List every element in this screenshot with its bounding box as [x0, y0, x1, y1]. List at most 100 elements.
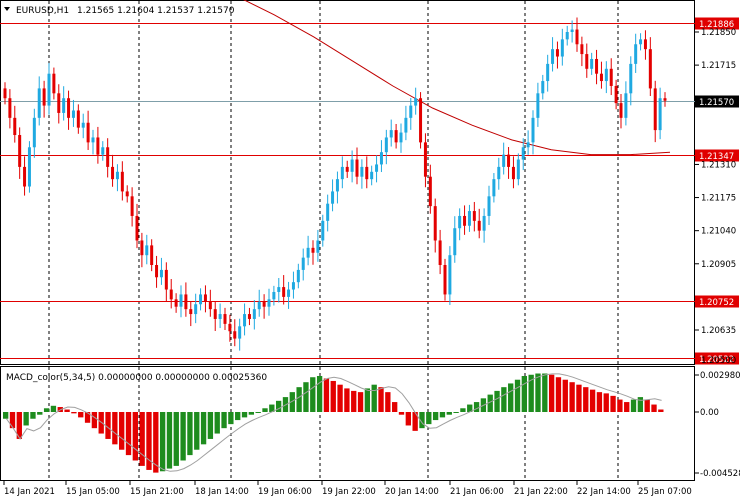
candle-bear [643, 39, 647, 50]
candle-bull [199, 294, 203, 305]
candle-bull [194, 304, 198, 315]
price-pane[interactable] [0, 0, 695, 365]
candle-bull [218, 314, 222, 319]
candle-bear [228, 323, 232, 332]
candle-bull [306, 247, 310, 258]
candle-bull [316, 240, 320, 253]
candle-bear [365, 166, 369, 180]
candle-bull [516, 159, 520, 180]
macd-bar [630, 399, 637, 412]
macd-axis: 0.0029800 0.00 -0.004528 [695, 371, 740, 479]
candle-bear [614, 85, 618, 104]
candle-bear [120, 171, 124, 192]
candle-bear [23, 166, 27, 187]
current-price-label: 1.21570 [699, 98, 734, 108]
macd-bar [535, 373, 541, 412]
candlesticks [3, 17, 667, 351]
macd-bar [644, 399, 650, 412]
macd-bar [330, 380, 336, 412]
macd-bar [3, 412, 9, 419]
candle-bull [159, 269, 163, 278]
macd-histogram [3, 373, 664, 473]
macd-bar [180, 412, 186, 461]
candle-bear [164, 269, 168, 290]
candle-bull [634, 44, 638, 64]
price-tick-label: 1.21040 [701, 227, 736, 237]
macd-bar [610, 395, 616, 412]
time-tick-label: 19 Jan 22:00 [322, 487, 376, 497]
candle-bear [555, 49, 559, 57]
candle-bull [91, 137, 95, 143]
macd-bar [194, 412, 200, 450]
macd-bar [473, 402, 480, 412]
macd-bar [637, 397, 644, 412]
time-tick-label: 21 Jan 22:00 [514, 487, 568, 497]
candle-bull [252, 309, 256, 319]
macd-bar [658, 409, 664, 412]
candle-bear [463, 215, 467, 226]
candle-bear [609, 68, 613, 86]
candle-bull [379, 152, 383, 165]
candle-bull [326, 203, 330, 221]
candle-bull [81, 122, 85, 128]
candle-bear [507, 154, 511, 167]
candle-bull [384, 137, 388, 153]
candle-bear [125, 191, 129, 197]
candle-bear [619, 103, 623, 118]
candle-bull [551, 49, 555, 64]
candle-bull [639, 39, 643, 45]
candle-bull [487, 196, 491, 216]
macd-bar [119, 412, 125, 450]
candle-bear [135, 215, 139, 241]
horizontal-price-levels[interactable]: 1.218861.213471.207521.205221.21570 [0, 17, 739, 366]
triangle-down-icon[interactable] [4, 7, 10, 11]
candle-bull [458, 215, 462, 229]
candle-bull [27, 147, 31, 187]
macd-bar [453, 412, 459, 413]
candle-bear [111, 166, 115, 180]
candle-bull [145, 245, 149, 256]
candle-bear [311, 247, 315, 253]
candle-bear [18, 135, 22, 167]
candle-bull [448, 255, 452, 295]
macd-bar [9, 412, 16, 429]
macd-bar [371, 384, 377, 412]
candle-bear [213, 309, 217, 319]
macd-bar [494, 390, 500, 412]
macd-bar [583, 387, 589, 412]
candle-bear [477, 220, 481, 231]
candle-bull [71, 110, 75, 118]
macd-bar [351, 390, 357, 412]
macd-bar [405, 412, 411, 426]
macd-bar [173, 412, 179, 466]
macd-bar [624, 402, 630, 412]
candle-bull [565, 32, 569, 40]
macd-bar [30, 412, 36, 419]
candle-bear [52, 73, 56, 94]
macd-axis-top: 0.0029800 [700, 371, 740, 381]
candle-bear [86, 122, 90, 143]
candle-bull [467, 211, 471, 226]
time-tick-label: 21 Jan 06:00 [450, 487, 504, 497]
macd-bar [166, 412, 173, 469]
candle-bull [37, 88, 41, 118]
candle-bear [433, 206, 437, 241]
price-tick-label: 1.20635 [701, 326, 736, 336]
macd-bar [446, 412, 452, 415]
macd-bar [392, 402, 398, 412]
chart-window[interactable]: 1.21886 1.21347 1.20752 1.20522 1.21570 EURU… [0, 0, 740, 500]
macd-bar [214, 412, 220, 434]
time-tick-label: 15 Jan 05:00 [66, 487, 120, 497]
macd-bar [132, 412, 138, 461]
candle-bull [389, 130, 393, 138]
candle-bear [76, 110, 80, 128]
candle-bull [492, 179, 496, 197]
macd-bar [228, 412, 234, 425]
price-tick-label: 1.21850 [701, 28, 736, 38]
macd-bar [603, 393, 609, 412]
candle-bear [223, 314, 227, 324]
candle-bear [595, 58, 599, 74]
candle-bull [399, 132, 403, 143]
candle-bull [277, 287, 281, 292]
candle-bull [335, 179, 339, 192]
